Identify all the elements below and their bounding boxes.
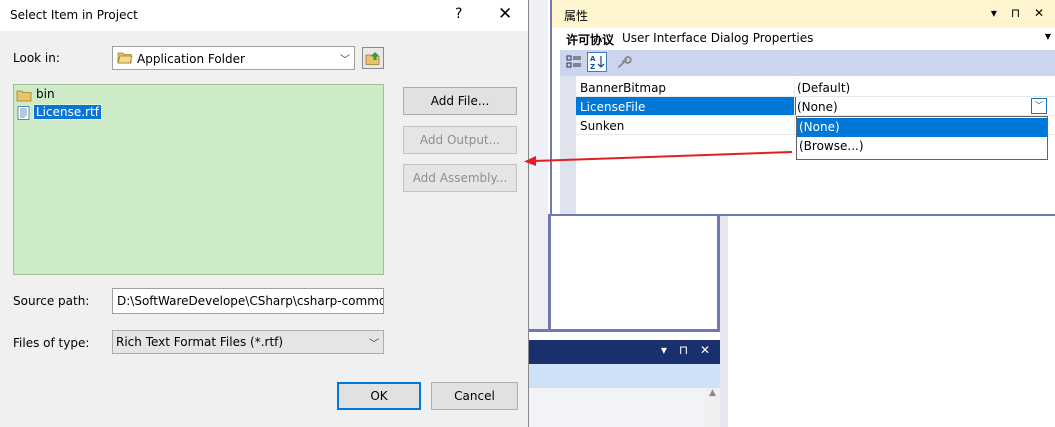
chevron-down-icon: ﹀: [1035, 101, 1043, 110]
look-in-value: Application Folder: [137, 52, 245, 66]
ide-divider: [528, 329, 720, 332]
ide-splitter[interactable]: [720, 214, 728, 427]
up-folder-button[interactable]: [362, 47, 384, 69]
chevron-down-icon[interactable]: ﹀: [340, 51, 350, 66]
divider: [794, 78, 795, 97]
property-value: (Default): [797, 81, 851, 95]
annotation-arrow: [524, 151, 793, 166]
rtf-file-icon: [17, 106, 30, 120]
properties-title: 属性: [564, 9, 589, 23]
source-path-label: Source path:: [13, 294, 90, 308]
ide-divider: [548, 214, 551, 332]
dialog-titlebar: Select Item in Project ? ✕: [0, 0, 528, 31]
select-item-dialog: Select Item in Project ? ✕ Look in: Appl…: [0, 0, 529, 427]
svg-text:A: A: [590, 55, 596, 63]
categorized-icon: [566, 55, 581, 68]
property-name: LicenseFile: [576, 97, 796, 115]
object-selector[interactable]: 许可协议 User Interface Dialog Properties ▼: [560, 28, 1055, 50]
add-file-button[interactable]: Add File...: [403, 87, 517, 115]
look-in-label: Look in:: [13, 51, 60, 65]
property-row[interactable]: LicenseFile (None): [576, 97, 1055, 116]
chevron-down-icon[interactable]: ﹀: [369, 335, 379, 350]
chevron-down-icon[interactable]: ▼: [1045, 32, 1051, 41]
property-value[interactable]: (None): [797, 100, 838, 114]
divider: [794, 97, 795, 116]
dialog-title: Select Item in Project: [10, 8, 138, 22]
help-button[interactable]: ?: [455, 6, 462, 22]
window-buttons[interactable]: ▾ ⊓ ✕: [991, 6, 1049, 20]
property-name: Sunken: [580, 119, 625, 133]
source-path-field[interactable]: D:\SoftWareDevelope\CSharp\csharp-commo: [112, 288, 384, 314]
properties-toolbar: A Z: [560, 50, 1055, 76]
ok-button[interactable]: OK: [337, 382, 421, 410]
scrollbar[interactable]: ▲: [705, 388, 720, 427]
file-name: bin: [36, 87, 55, 101]
files-of-type-label: Files of type:: [13, 336, 90, 350]
properties-titlebar: 属性 ▾ ⊓ ✕: [552, 0, 1055, 28]
dropdown-button[interactable]: ﹀: [1031, 98, 1047, 114]
svg-text:Z: Z: [590, 63, 595, 71]
property-row[interactable]: BannerBitmap (Default): [576, 78, 1055, 97]
files-of-type-value: Rich Text Format Files (*.rtf): [116, 335, 284, 349]
folder-icon: [16, 90, 32, 102]
scroll-up-icon[interactable]: ▲: [705, 388, 720, 398]
files-of-type-combo[interactable]: Rich Text Format Files (*.rtf) ﹀: [112, 330, 384, 354]
add-assembly-button[interactable]: Add Assembly...: [403, 164, 517, 192]
property-pages-button[interactable]: [614, 52, 634, 72]
object-type: User Interface Dialog Properties: [622, 31, 814, 45]
window-buttons[interactable]: ▾ ⊓ ✕: [661, 343, 714, 357]
property-name: BannerBitmap: [580, 81, 667, 95]
properties-window: 属性 ▾ ⊓ ✕ 许可协议 User Interface Dialog Prop…: [550, 0, 1055, 216]
license-file-dropdown[interactable]: (None) (Browse...): [796, 116, 1048, 160]
open-folder-icon: [117, 52, 133, 64]
dropdown-option[interactable]: (Browse...): [797, 137, 1047, 156]
object-label: 许可协议: [566, 33, 615, 47]
sort-az-icon: A Z: [590, 55, 605, 71]
up-folder-icon: [365, 52, 380, 65]
dropdown-option[interactable]: (None): [797, 118, 1047, 137]
add-output-button[interactable]: Add Output...: [403, 126, 517, 154]
close-button[interactable]: ✕: [498, 4, 512, 24]
ide-tool-window-titlebar: ▾ ⊓ ✕: [528, 340, 720, 364]
wrench-icon: [618, 56, 632, 68]
ide-tool-window-toolbar: [528, 364, 720, 388]
ide-tool-window-content: [528, 388, 720, 427]
alphabetical-button[interactable]: A Z: [587, 52, 607, 72]
divider: [794, 116, 795, 135]
cancel-button[interactable]: Cancel: [431, 382, 518, 410]
file-name: License.rtf: [33, 104, 102, 120]
categorized-button[interactable]: [564, 52, 584, 72]
look-in-combo[interactable]: Application Folder ﹀: [112, 46, 355, 70]
file-list[interactable]: bin License.rtf: [13, 84, 384, 275]
